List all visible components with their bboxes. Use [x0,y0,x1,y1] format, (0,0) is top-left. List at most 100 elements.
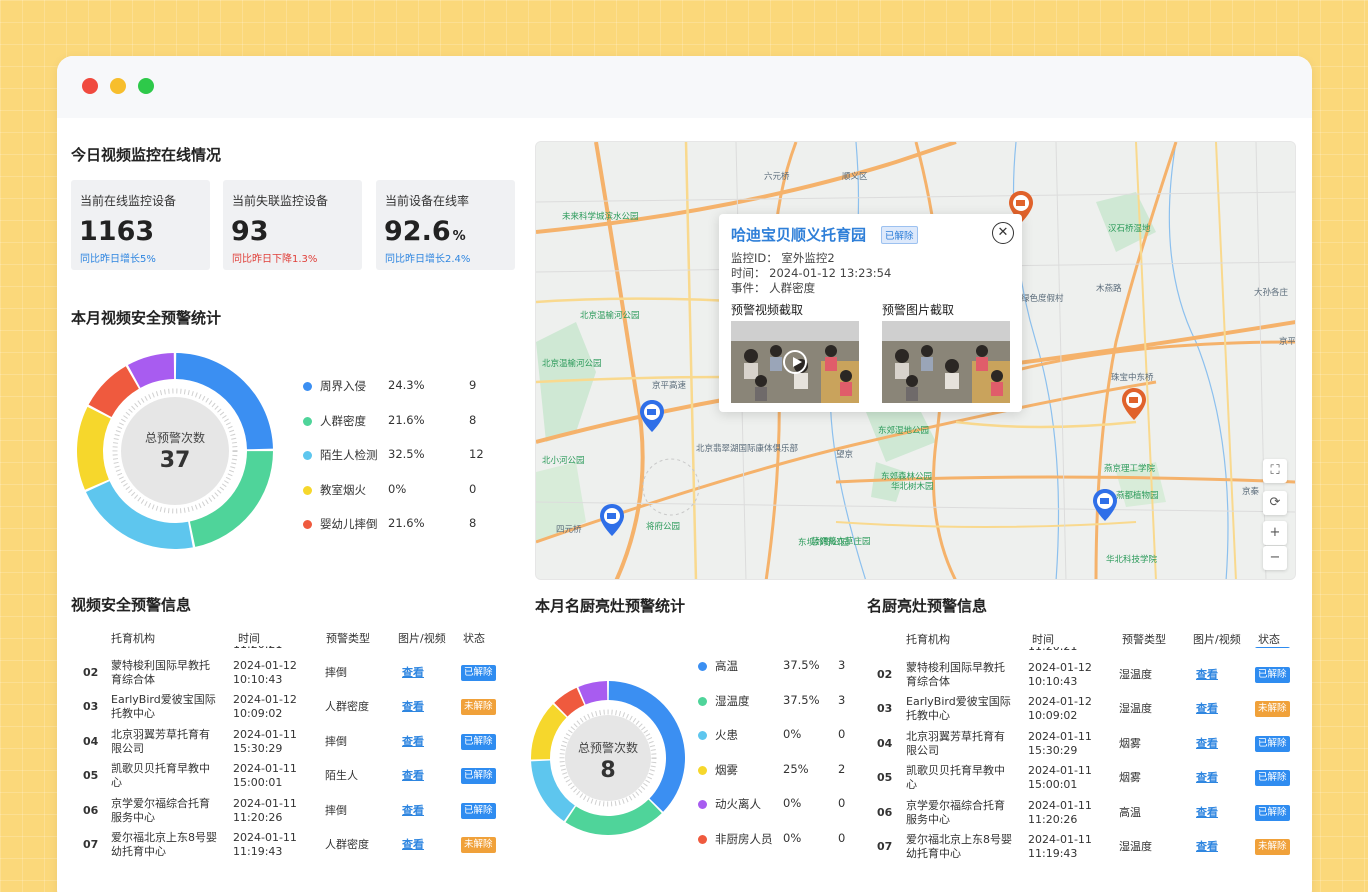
map-place-label: 绿色度假村 [1021,294,1064,304]
view-link[interactable]: 查看 [1196,771,1218,785]
row-org: 爱尔福北京上东8号婴 [111,831,217,844]
row-org-line2: 心 [111,776,122,789]
table-row[interactable]: 02 蒙特梭利国际早教托 育综合体 2024-01-12 10:10:43 摔倒 查看 已解除 [83,656,513,691]
alert-image-thumbnail[interactable] [882,321,1010,403]
maximize-window-button[interactable] [138,78,154,94]
table-row[interactable]: 01哈迪宝贝顺义托育园2024-01-1211:20:21入侵查看已解除 [83,646,513,656]
legend-dot [698,800,707,809]
video-stats-title: 本月视频安全预警统计 [71,309,222,327]
row-org-line2: 服务中心 [906,812,950,826]
alert-camera-pin-icon[interactable] [1122,388,1146,420]
view-link[interactable]: 查看 [402,804,424,818]
legend-name: 非厨房人员 [715,831,773,846]
zoom-out-button[interactable]: − [1263,546,1287,570]
app-window: 今日视频监控在线情况 当前在线监控设备 1163 同比昨日增长5% 当前失联监控设备 9… [57,56,1312,892]
legend-percent: 32.5% [388,447,425,461]
view-link[interactable]: 查看 [402,666,424,680]
legend-count: 0 [838,727,846,741]
table-row[interactable]: 03 EarlyBird爱彼宝国际 托教中心 2024-01-12 10:09:02 湿温… [877,692,1297,727]
legend-count: 8 [469,412,477,427]
view-link[interactable]: 查看 [402,735,424,749]
status-badge: 已解除 [1255,666,1290,683]
table-row[interactable]: 03 EarlyBird爱彼宝国际 托教中心 2024-01-12 10:09:02 人群… [83,690,513,725]
legend-name: 教室烟火 [320,482,366,497]
map-view[interactable]: 顺义区 六元桥 木燕路 京平高速 北京温榆河公园 北京温榆河公园 北京翡翠湖国际康体俱乐部东… [535,141,1296,580]
legend-item: 人群密度 21.6% 8 [303,412,493,447]
row-org: 凯歌贝贝托育早教中 [906,764,1005,777]
row-org-line2: 幼托育中心 [906,847,961,860]
alert-video-thumbnail[interactable] [731,321,859,403]
table-row[interactable]: 06 京学爱尔福综合托育 服务中心 2024-01-11 11:20:26 高温 查看 已解除 [877,796,1297,831]
legend-count: 0 [469,481,477,496]
status-badge: 已解除 [461,802,496,819]
minimize-window-button[interactable] [110,78,126,94]
zoom-in-button[interactable]: + [1263,521,1287,545]
table-row[interactable]: 07 爱尔福北京上东8号婴 幼托育中心 2024-01-11 11:19:43 湿温度 查看… [877,830,1297,865]
refresh-icon[interactable]: ⟳ [1263,491,1287,515]
video-stats-legend: 周界入侵 24.3% 9 人群密度 21.6% 8 陌生人检测 32.5% 12 教室烟火 0% 0 婴… [303,377,493,550]
table-row[interactable]: 06 京学爱尔福综合托育 服务中心 2024-01-11 11:20:26 摔倒 查看 已解除 [83,794,513,829]
kitchen-alerts-title: 名厨亮灶预警信息 [867,597,988,615]
close-window-button[interactable] [82,78,98,94]
row-index: 05 [83,769,99,782]
view-link[interactable]: 查看 [1196,702,1218,716]
legend-name: 烟雾 [715,762,738,777]
kitchen-stats-segment-5[interactable] [578,681,608,705]
table-header-cell: 托育机构 [906,633,950,646]
map-place-label: 六元桥 [764,172,790,182]
table-header: 托育机构 时间 预警类型 图片/视频 状态 [83,628,513,646]
legend-percent: 24.3% [388,378,425,392]
row-org: 北京羽翼芳草托育有 [111,727,210,741]
video-stats-segment-3[interactable] [77,406,111,490]
kitchen-stats-legend: 高温 37.5% 3 湿温度 37.5% 3 火患 0% 0 烟雾 25% 2 动火离人 0% 0 非厨房人员… [698,657,858,864]
row-org-line2: 心 [906,778,917,791]
play-icon[interactable] [783,350,807,374]
camera-pin-icon[interactable] [600,504,624,536]
row-org-line2: 育综合体 [111,672,155,686]
row-index: 04 [83,734,99,748]
table-header-cell: 预警类型 [326,632,370,645]
table-body[interactable]: 01哈迪宝贝顺义托育园2024-01-1211:20:21入侵查看已解除 02 蒙特… [83,646,513,874]
view-link[interactable]: 查看 [402,838,424,852]
video-stats-total: 37 [159,448,191,473]
close-icon[interactable]: ✕ [992,222,1014,244]
legend-count: 2 [838,761,846,776]
table-row[interactable]: 04 北京羽翼芳草托育有 限公司 2024-01-11 15:30:29 烟雾 查看 已解除 [877,727,1297,762]
table-row[interactable]: 04 北京羽翼芳草托育有 限公司 2024-01-11 15:30:29 摔倒 查看 已解除 [83,725,513,760]
row-date: 2024-01-12 [1028,695,1092,708]
stat-value: 1163 [79,216,156,247]
table-row[interactable]: 05 凯歌贝贝托育早教中心 2024-01-11 15:00:01 陌生人 查看 已解除 [83,759,513,794]
fullscreen-icon[interactable]: ⛶ [1263,459,1287,483]
legend-percent: 0% [783,727,802,741]
row-time: 10:10:43 [233,672,283,686]
view-link[interactable]: 查看 [402,769,424,783]
table-row[interactable]: 07 爱尔福北京上东8号婴 幼托育中心 2024-01-11 11:19:43 人群密度 查… [83,828,513,863]
row-date: 2024-01-11 [233,762,297,775]
popup-image-label: 预警图片截取 [882,303,955,317]
view-link[interactable]: 查看 [1196,840,1218,854]
row-time: 15:00:01 [1028,778,1078,791]
stat-change: 同比昨日增长2.4% [385,254,471,265]
table-header-cell: 状态 [1258,633,1280,646]
row-org-line2: 限公司 [111,741,144,755]
view-link[interactable]: 查看 [1196,668,1218,682]
camera-pin-icon[interactable] [1093,489,1117,521]
view-link[interactable]: 查看 [402,700,424,714]
row-type: 人群密度 [325,838,369,851]
table-row[interactable]: 05 凯歌贝贝托育早教中心 2024-01-11 15:00:01 烟雾 查看 已解除 [877,761,1297,796]
view-link[interactable]: 查看 [1196,806,1218,820]
table-body[interactable]: 01哈迪宝贝顺义托育园2024-01-1211:20:21高温查看已解除 02 蒙特… [877,647,1297,879]
view-link[interactable]: 查看 [1196,737,1218,751]
map-place-label: 京平高速 [652,381,687,391]
legend-item: 教室烟火 0% 0 [303,481,493,516]
status-badge: 未解除 [461,699,496,715]
legend-count: 0 [838,830,846,845]
map-place-label: 顺义区 [842,172,868,182]
table-row[interactable]: 02 蒙特梭利国际早教托 育综合体 2024-01-12 10:10:43 湿温度 查看 已解… [877,658,1297,693]
legend-name: 湿温度 [715,693,750,708]
row-time: 11:19:43 [1028,847,1078,860]
camera-pin-icon[interactable] [640,400,664,432]
table-header-cell: 状态 [463,632,485,645]
table-row[interactable]: 01哈迪宝贝顺义托育园2024-01-1211:20:21高温查看已解除 [877,647,1297,658]
legend-count: 9 [469,378,477,392]
